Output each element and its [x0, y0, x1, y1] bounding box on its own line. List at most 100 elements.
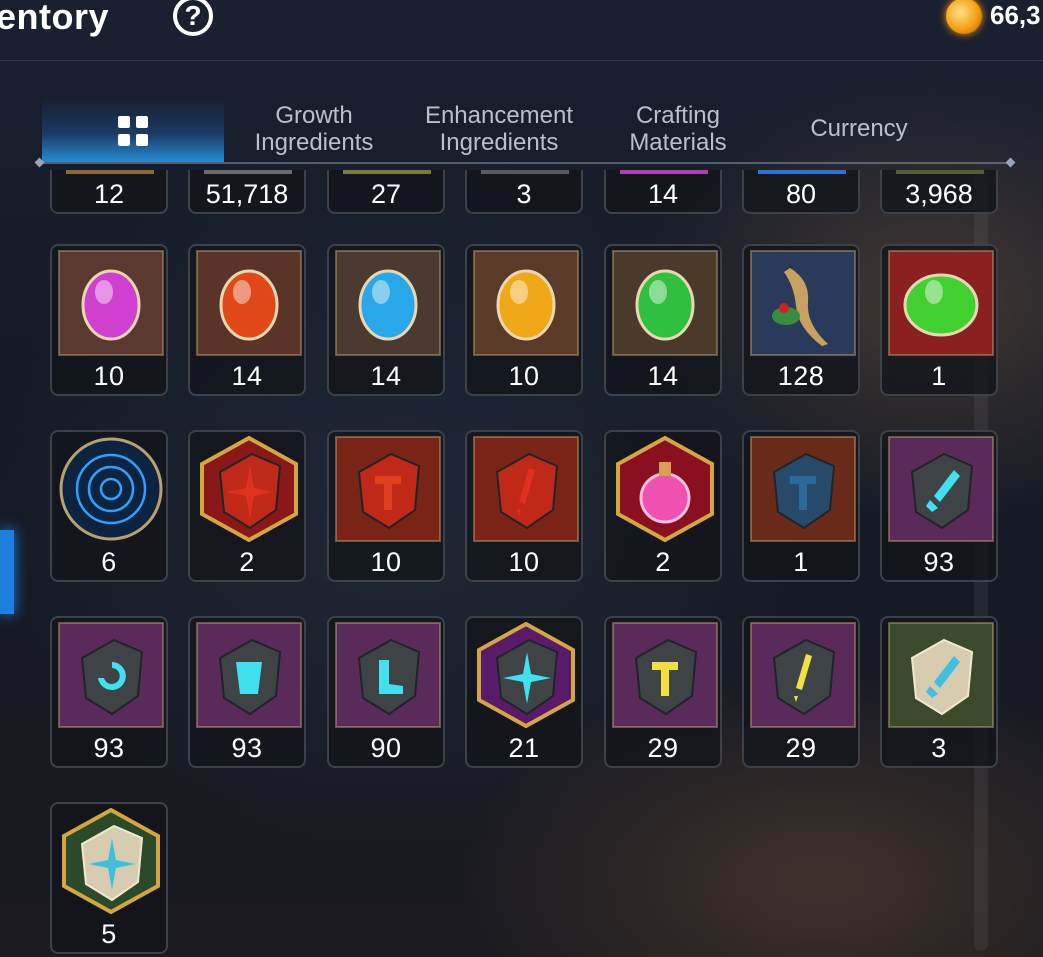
gold-coin-icon — [946, 0, 982, 34]
tab-label: Crafting — [635, 102, 721, 129]
tab-crafting-materials[interactable]: Crafting Materials — [600, 98, 756, 166]
inventory-slot[interactable]: 5 — [50, 802, 168, 954]
item-art-edge — [66, 170, 154, 174]
green-potion-orb-icon — [888, 250, 994, 356]
sword-rune-stone-icon — [888, 436, 994, 542]
item-count: 1 — [931, 361, 947, 391]
item-count: 12 — [93, 179, 125, 209]
ginseng-root-icon — [750, 250, 856, 356]
armor-rune-stone-icon — [196, 622, 302, 728]
inventory-slot[interactable]: 93 — [188, 616, 306, 768]
tab-label: Ingredients — [254, 129, 374, 156]
item-art-edge — [343, 170, 431, 174]
item-count: 5 — [101, 919, 117, 949]
item-count: 1 — [793, 547, 809, 577]
item-count: 10 — [508, 361, 540, 391]
item-count: 3 — [516, 179, 532, 209]
item-count: 10 — [370, 547, 402, 577]
inventory-slot[interactable]: 14 — [604, 244, 722, 396]
boot-rune-stone-icon — [335, 622, 441, 728]
green-gem-icon — [612, 250, 718, 356]
side-indicator — [0, 530, 14, 614]
tab-all[interactable] — [42, 98, 224, 162]
blue-rune-disk-icon — [58, 436, 164, 542]
white-sparkle-rune-icon — [58, 808, 164, 914]
item-count: 14 — [647, 179, 679, 209]
spiral-rune-stone-icon — [58, 622, 164, 728]
inventory-slot[interactable]: 3 — [880, 616, 998, 768]
question-circle-icon[interactable]: ? — [173, 0, 213, 36]
red-sparkle-stone-icon — [196, 436, 302, 542]
inventory-slot[interactable]: 6 — [50, 430, 168, 582]
item-count: 29 — [785, 733, 817, 763]
item-art-edge — [620, 170, 708, 174]
item-count: 51,718 — [205, 179, 289, 209]
inventory-slot[interactable]: 80 — [742, 170, 860, 214]
tab-enhancement-ingredients[interactable]: Enhancement Ingredients — [410, 98, 588, 166]
item-count: 14 — [231, 361, 263, 391]
yellow-gem-icon — [473, 250, 579, 356]
item-count: 93 — [923, 547, 955, 577]
inventory-slot[interactable]: 14 — [188, 244, 306, 396]
item-count: 3 — [931, 733, 947, 763]
inventory-slot[interactable]: 1 — [742, 430, 860, 582]
item-count: 14 — [647, 361, 679, 391]
item-count: 14 — [370, 361, 402, 391]
tab-currency[interactable]: Currency — [770, 98, 948, 179]
item-count: 3,968 — [905, 179, 973, 209]
inventory-slot[interactable]: 90 — [327, 616, 445, 768]
item-count: 93 — [93, 733, 125, 763]
pink-potion-flask-icon — [612, 436, 718, 542]
inventory-slot[interactable]: 29 — [742, 616, 860, 768]
tab-underline — [40, 162, 1010, 164]
inventory-slot[interactable]: 10 — [465, 430, 583, 582]
grid-icon — [118, 116, 150, 148]
blue-gem-icon — [335, 250, 441, 356]
tab-label: Enhancement — [424, 102, 574, 129]
item-art-edge — [896, 170, 984, 174]
inventory-slot[interactable]: 10 — [465, 244, 583, 396]
inventory-slot[interactable]: 10 — [50, 244, 168, 396]
inventory-slot[interactable]: 21 — [465, 616, 583, 768]
inventory-slot[interactable]: 93 — [880, 430, 998, 582]
yellow-dagger-stone-icon — [750, 622, 856, 728]
item-count: 21 — [508, 733, 540, 763]
item-count: 80 — [785, 179, 817, 209]
currency-value: 66,3 — [990, 0, 1041, 30]
yellow-hammer-stone-icon — [612, 622, 718, 728]
top-bar: entory ? 66,3 — [0, 0, 1043, 58]
inventory-slot[interactable]: 2 — [604, 430, 722, 582]
inventory-slot[interactable]: 12 — [50, 170, 168, 214]
tab-label: Materials — [629, 129, 727, 156]
item-art-edge — [481, 170, 569, 174]
header-divider — [0, 60, 1043, 61]
inventory-slot[interactable]: 51,718 — [188, 170, 306, 214]
sparkle-rune-stone-icon — [473, 622, 579, 728]
tab-growth-ingredients[interactable]: Growth Ingredients — [234, 98, 394, 166]
inventory-slot[interactable]: 128 — [742, 244, 860, 396]
tab-label: Currency — [810, 115, 908, 142]
purple-gem-icon — [58, 250, 164, 356]
inventory-slot[interactable]: 27 — [327, 170, 445, 214]
item-art-edge — [758, 170, 846, 174]
inventory-slot[interactable]: 3,968 — [880, 170, 998, 214]
page-title: entory — [0, 0, 110, 37]
inventory-slot[interactable]: 10 — [327, 430, 445, 582]
white-sword-rune-icon — [888, 622, 994, 728]
category-tabs: Growth Ingredients Enhancement Ingredien… — [40, 98, 1010, 164]
item-count: 29 — [647, 733, 679, 763]
inventory-slot[interactable]: 29 — [604, 616, 722, 768]
tab-label: Growth — [275, 102, 353, 129]
inventory-slot[interactable]: 1 — [880, 244, 998, 396]
inventory-slot[interactable]: 14 — [604, 170, 722, 214]
item-art-edge — [204, 170, 292, 174]
inventory-slot[interactable]: 93 — [50, 616, 168, 768]
inventory-slot[interactable]: 2 — [188, 430, 306, 582]
inventory-slot[interactable]: 3 — [465, 170, 583, 214]
red-gem-icon — [196, 250, 302, 356]
item-count: 10 — [93, 361, 125, 391]
item-count: 90 — [370, 733, 402, 763]
item-count: 10 — [508, 547, 540, 577]
inventory-slot[interactable]: 14 — [327, 244, 445, 396]
red-dagger-stone-icon — [473, 436, 579, 542]
